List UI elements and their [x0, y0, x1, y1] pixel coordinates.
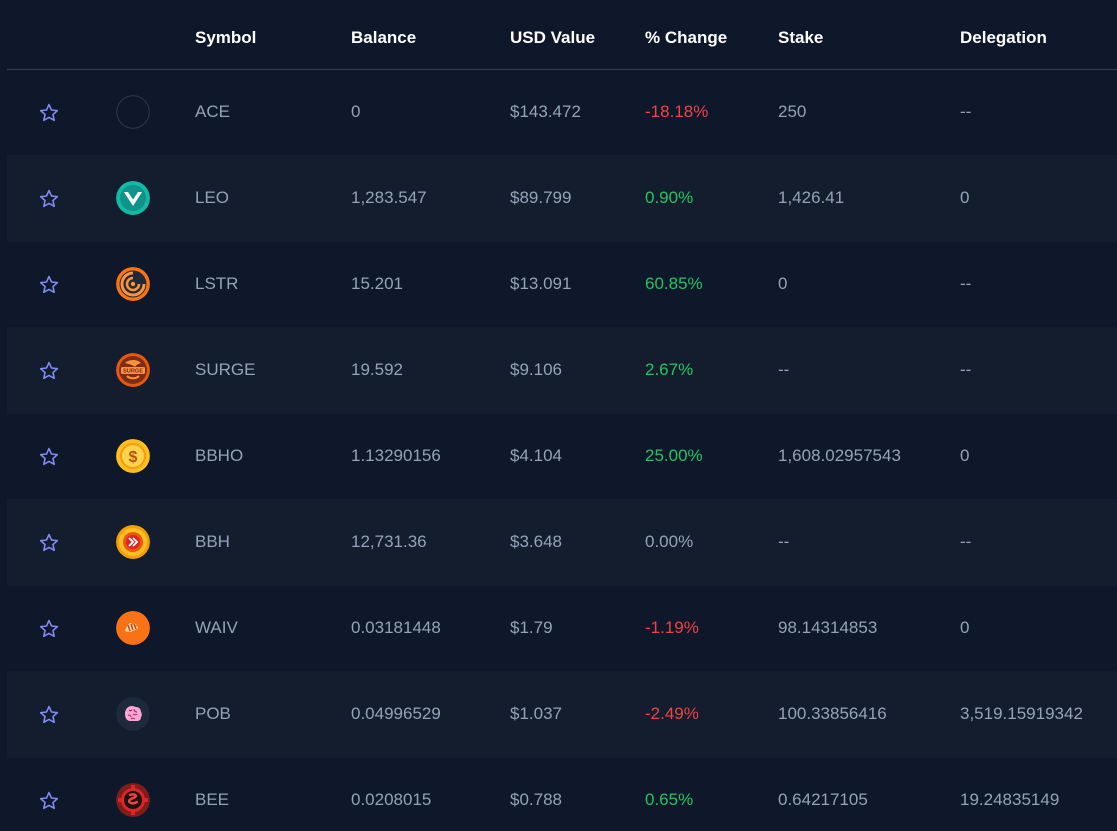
favorite-star-icon[interactable] — [38, 790, 60, 812]
token-stake: 1,608.02957543 — [778, 446, 901, 465]
header-balance[interactable]: Balance — [351, 28, 416, 48]
token-change: -2.49% — [645, 704, 699, 723]
pob-brain-icon — [116, 697, 150, 731]
token-symbol[interactable]: SURGE — [195, 360, 255, 380]
token-usd-value: $1.79 — [510, 618, 553, 637]
table-row[interactable]: SURGE SURGE 19.592 $9.106 2.67% -- -- — [7, 328, 1117, 414]
token-balance: 15.201 — [351, 274, 403, 293]
token-change: -18.18% — [645, 102, 709, 121]
token-delegation: -- — [960, 274, 972, 293]
token-symbol[interactable]: BBH — [195, 532, 230, 552]
ace-logo-icon — [116, 95, 150, 129]
token-balance: 0.04996529 — [351, 704, 441, 723]
token-delegation: -- — [960, 532, 972, 551]
token-balance: 0 — [351, 102, 361, 121]
token-usd-value: $4.104 — [510, 446, 562, 465]
token-stake: 0.64217105 — [778, 790, 868, 809]
token-delegation: 0 — [960, 446, 970, 465]
token-usd-value: $143.472 — [510, 102, 581, 121]
favorite-star-icon[interactable] — [38, 532, 60, 554]
leo-logo-icon — [116, 181, 150, 215]
token-symbol[interactable]: WAIV — [195, 618, 238, 638]
token-balance: 19.592 — [351, 360, 403, 379]
token-change: 0.00% — [645, 532, 694, 551]
token-usd-value: $3.648 — [510, 532, 562, 551]
svg-text:SURGE: SURGE — [123, 369, 143, 375]
token-balance: 12,731.36 — [351, 532, 427, 551]
token-usd-value: $89.799 — [510, 188, 572, 207]
token-delegation: 19.24835149 — [960, 790, 1060, 809]
token-table: Symbol Balance USD Value % Change Stake … — [7, 0, 1117, 831]
table-row[interactable]: POB 0.04996529 $1.037 -2.49% 100.33856416 3,5… — [7, 672, 1117, 758]
token-balance: 0.03181448 — [351, 618, 441, 637]
token-symbol[interactable]: BBHO — [195, 446, 243, 466]
token-stake: 1,426.41 — [778, 188, 845, 207]
token-change: -1.19% — [645, 618, 699, 637]
header-stake[interactable]: Stake — [778, 28, 823, 48]
token-symbol[interactable]: ACE — [195, 102, 230, 122]
header-change[interactable]: % Change — [645, 28, 727, 48]
token-delegation: 0 — [960, 188, 970, 207]
token-balance: 0.0208015 — [351, 790, 432, 809]
header-symbol[interactable]: Symbol — [195, 28, 256, 48]
favorite-star-icon[interactable] — [38, 618, 60, 640]
bbh-logo-icon — [116, 525, 150, 559]
token-symbol[interactable]: POB — [195, 704, 231, 724]
header-usd-value[interactable]: USD Value — [510, 28, 595, 48]
bee-logo-icon — [116, 783, 150, 817]
table-row[interactable]: BBH 12,731.36 $3.648 0.00% -- -- — [7, 500, 1117, 586]
token-change: 25.00% — [645, 446, 703, 465]
token-usd-value: $1.037 — [510, 704, 562, 723]
table-row[interactable]: WAIV 0.03181448 $1.79 -1.19% 98.14314853 0 — [7, 586, 1117, 672]
waiv-logo-icon — [116, 611, 150, 645]
token-delegation: -- — [960, 102, 972, 121]
favorite-star-icon[interactable] — [38, 188, 60, 210]
token-change: 60.85% — [645, 274, 703, 293]
lstr-logo-icon — [116, 267, 150, 301]
token-usd-value: $0.788 — [510, 790, 562, 809]
token-change: 0.90% — [645, 188, 694, 207]
token-usd-value: $13.091 — [510, 274, 572, 293]
token-delegation: 3,519.15919342 — [960, 704, 1083, 723]
token-usd-value: $9.106 — [510, 360, 562, 379]
token-stake: 98.14314853 — [778, 618, 878, 637]
header-delegation[interactable]: Delegation — [960, 28, 1047, 48]
table-row[interactable]: $ BBHO 1.13290156 $4.104 25.00% 1,608.0295754… — [7, 414, 1117, 500]
token-delegation: 0 — [960, 618, 970, 637]
table-row[interactable]: LEO 1,283.547 $89.799 0.90% 1,426.41 0 — [7, 156, 1117, 242]
table-body: ACE 0 $143.472 -18.18% 250 -- LEO 1,283.547 $89.… — [7, 70, 1117, 831]
token-stake: 0 — [778, 274, 788, 293]
table-header: Symbol Balance USD Value % Change Stake … — [7, 0, 1117, 70]
bbho-logo-icon: $ — [116, 439, 150, 473]
token-balance: 1.13290156 — [351, 446, 441, 465]
token-stake: 250 — [778, 102, 807, 121]
token-symbol[interactable]: LSTR — [195, 274, 238, 294]
token-balance: 1,283.547 — [351, 188, 427, 207]
favorite-star-icon[interactable] — [38, 360, 60, 382]
favorite-star-icon[interactable] — [38, 704, 60, 726]
surge-logo-icon: SURGE — [116, 353, 150, 387]
token-table-page: Symbol Balance USD Value % Change Stake … — [0, 0, 1117, 831]
token-delegation: -- — [960, 360, 972, 379]
token-change: 0.65% — [645, 790, 694, 809]
favorite-star-icon[interactable] — [38, 102, 60, 124]
table-row[interactable]: ACE 0 $143.472 -18.18% 250 -- — [7, 70, 1117, 156]
table-row[interactable]: LSTR 15.201 $13.091 60.85% 0 -- — [7, 242, 1117, 328]
token-stake: -- — [778, 532, 790, 551]
token-change: 2.67% — [645, 360, 694, 379]
token-symbol[interactable]: LEO — [195, 188, 229, 208]
svg-text:$: $ — [129, 449, 138, 466]
favorite-star-icon[interactable] — [38, 274, 60, 296]
token-stake: 100.33856416 — [778, 704, 887, 723]
token-symbol[interactable]: BEE — [195, 790, 229, 810]
table-row[interactable]: BEE 0.0208015 $0.788 0.65% 0.64217105 19.2483… — [7, 758, 1117, 831]
favorite-star-icon[interactable] — [38, 446, 60, 468]
token-stake: -- — [778, 360, 790, 379]
